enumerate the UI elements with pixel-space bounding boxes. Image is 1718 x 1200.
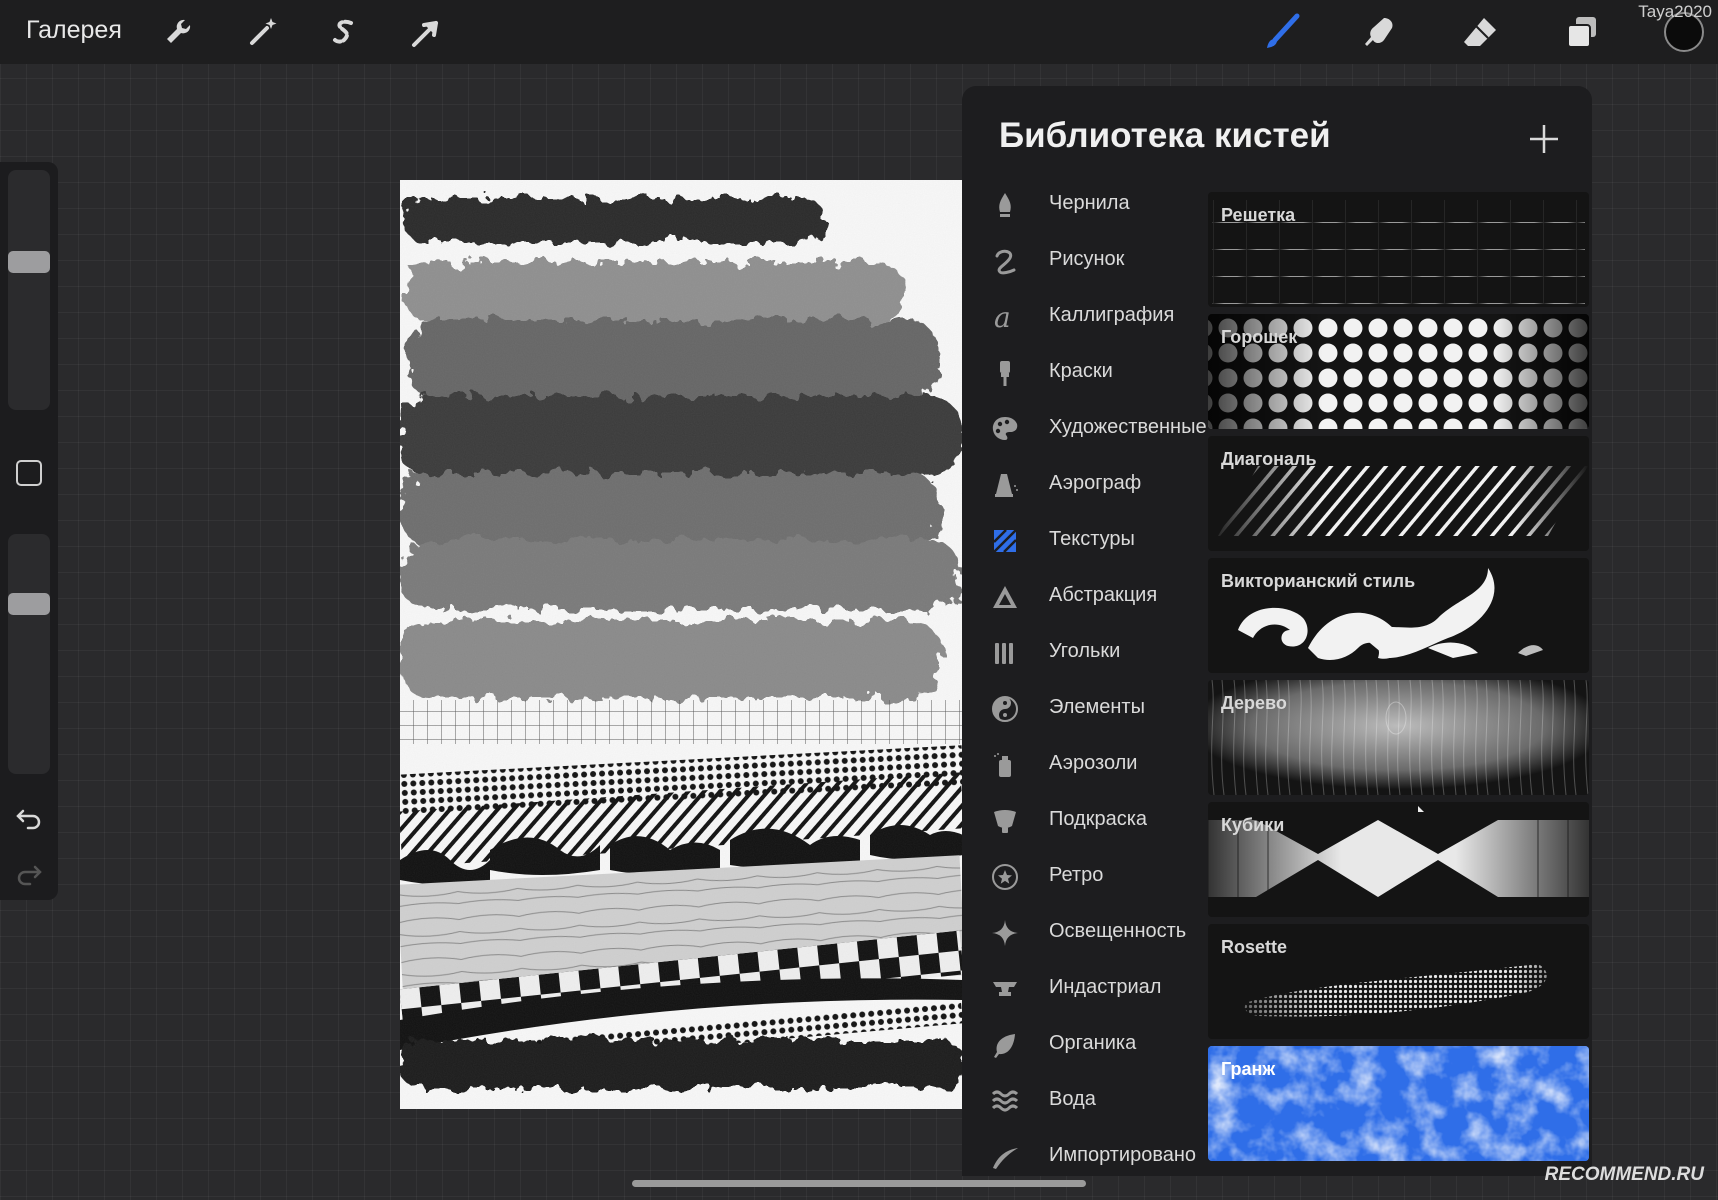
category-label: Угольки	[1049, 640, 1121, 662]
ink-drop-icon	[990, 190, 1020, 220]
brush-item-polka-dots[interactable]: Горошек	[1208, 314, 1589, 429]
category-industrial[interactable]: Индастриал	[962, 962, 1208, 1018]
leaf-icon	[990, 1030, 1020, 1060]
magic-wand-icon[interactable]	[242, 12, 282, 52]
brush-library-panel: Библиотека кистей Чернила Рисунок a Калл…	[962, 86, 1592, 1176]
brush-size-thumb[interactable]	[8, 251, 50, 273]
category-label: Подкраска	[1049, 808, 1148, 830]
category-label: Художественные	[1049, 416, 1207, 438]
palette-icon	[990, 414, 1020, 444]
brush-name: Горошек	[1221, 327, 1298, 347]
category-painting[interactable]: Краски	[962, 346, 1208, 402]
category-label: Импортировано	[1049, 1144, 1197, 1166]
brush-name: Rosette	[1221, 937, 1288, 957]
smudge-icon[interactable]	[1360, 12, 1400, 52]
charcoal-sticks-icon	[990, 638, 1020, 668]
plus-icon[interactable]	[1527, 122, 1561, 156]
triangle-icon	[990, 582, 1020, 612]
brush-item-grid[interactable]: Решетка	[1208, 192, 1589, 307]
spray-can-icon	[990, 750, 1020, 780]
category-artistic[interactable]: Художественные	[962, 402, 1208, 458]
arrow-transform-icon[interactable]	[406, 12, 446, 52]
category-airbrush[interactable]: Аэрограф	[962, 458, 1208, 514]
brush-item-cubes[interactable]: Кубики	[1208, 802, 1589, 917]
cup-icon	[990, 806, 1020, 836]
category-label: Краски	[1049, 360, 1113, 382]
category-water[interactable]: Вода	[962, 1074, 1208, 1130]
svg-text:a: a	[994, 302, 1011, 332]
star-circle-icon	[990, 862, 1020, 892]
brush-item-grunge[interactable]: Гранж	[1208, 1046, 1589, 1161]
redo-icon[interactable]	[14, 858, 44, 888]
category-touchup[interactable]: Подкраска	[962, 794, 1208, 850]
category-luminance[interactable]: Освещенность	[962, 906, 1208, 962]
paint-brush-icon	[990, 358, 1020, 388]
brush-icon[interactable]	[1261, 12, 1301, 52]
category-label: Освещенность	[1049, 920, 1187, 942]
category-label: Каллиграфия	[1049, 304, 1175, 326]
category-organic[interactable]: Органика	[962, 1018, 1208, 1074]
category-imported[interactable]: Импортировано	[962, 1130, 1208, 1176]
category-retro[interactable]: Ретро	[962, 850, 1208, 906]
category-label: Текстуры	[1049, 528, 1135, 550]
brush-item-diagonal[interactable]: Диагональ	[1208, 436, 1589, 551]
category-textures[interactable]: Текстуры	[962, 514, 1208, 570]
brush-item-wood[interactable]: Дерево	[1208, 680, 1589, 795]
squiggle-icon	[990, 246, 1020, 276]
category-label: Абстракция	[1049, 584, 1158, 606]
category-label: Органика	[1049, 1032, 1137, 1054]
wrench-icon[interactable]	[158, 12, 198, 52]
calligraphy-a-icon: a	[990, 301, 1020, 334]
layers-icon[interactable]	[1562, 12, 1602, 52]
category-label: Чернила	[1049, 192, 1130, 214]
brush-name: Диагональ	[1221, 449, 1317, 469]
panel-title: Библиотека кистей	[999, 116, 1331, 155]
brush-name: Решетка	[1221, 205, 1296, 225]
category-label: Элементы	[1049, 696, 1145, 718]
brush-size-slider[interactable]	[8, 170, 50, 410]
swoosh-icon	[990, 1142, 1020, 1172]
home-indicator[interactable]	[632, 1180, 1086, 1187]
category-abstract[interactable]: Абстракция	[962, 570, 1208, 626]
category-label: Индастриал	[1049, 976, 1162, 998]
category-label: Аэрограф	[1049, 472, 1142, 494]
brush-name: Гранж	[1221, 1059, 1276, 1079]
category-charcoals[interactable]: Угольки	[962, 626, 1208, 682]
eraser-icon[interactable]	[1460, 12, 1500, 52]
opacity-thumb[interactable]	[8, 593, 50, 615]
user-watermark: Taya2020	[1638, 2, 1712, 21]
selection-s-icon[interactable]	[324, 12, 364, 52]
left-sidebar	[0, 162, 58, 900]
top-toolbar: Галерея Taya2020	[0, 0, 1718, 64]
waves-icon	[990, 1086, 1020, 1116]
brush-item-rosette[interactable]: Rosette	[1208, 924, 1589, 1039]
category-label: Рисунок	[1049, 248, 1125, 270]
airbrush-icon	[990, 470, 1020, 500]
canvas-artwork	[400, 180, 963, 1109]
category-elements[interactable]: Элементы	[962, 682, 1208, 738]
anvil-icon	[990, 974, 1020, 1004]
sparkle-icon	[990, 918, 1020, 948]
texture-hatch-icon	[990, 526, 1020, 556]
opacity-slider[interactable]	[8, 534, 50, 774]
category-sketching[interactable]: Рисунок	[962, 234, 1208, 290]
brush-name: Дерево	[1221, 693, 1287, 713]
category-ink[interactable]: Чернила	[962, 178, 1208, 234]
brush-name: Викторианский стиль	[1221, 571, 1416, 591]
category-calligraphy[interactable]: a Каллиграфия	[962, 290, 1208, 346]
brush-item-victorian[interactable]: Викторианский стиль	[1208, 558, 1589, 673]
category-label: Аэрозоли	[1049, 752, 1138, 774]
undo-icon[interactable]	[14, 802, 44, 832]
site-watermark: RECOMMEND.RU	[1544, 1164, 1704, 1185]
category-label: Вода	[1049, 1088, 1096, 1110]
gallery-button[interactable]: Галерея	[26, 16, 122, 45]
category-spray[interactable]: Аэрозоли	[962, 738, 1208, 794]
brush-name: Кубики	[1221, 815, 1285, 835]
category-label: Ретро	[1049, 864, 1104, 886]
modify-square-icon[interactable]	[16, 460, 42, 486]
yin-yang-icon	[990, 694, 1020, 724]
drawing-canvas[interactable]	[400, 180, 963, 1109]
